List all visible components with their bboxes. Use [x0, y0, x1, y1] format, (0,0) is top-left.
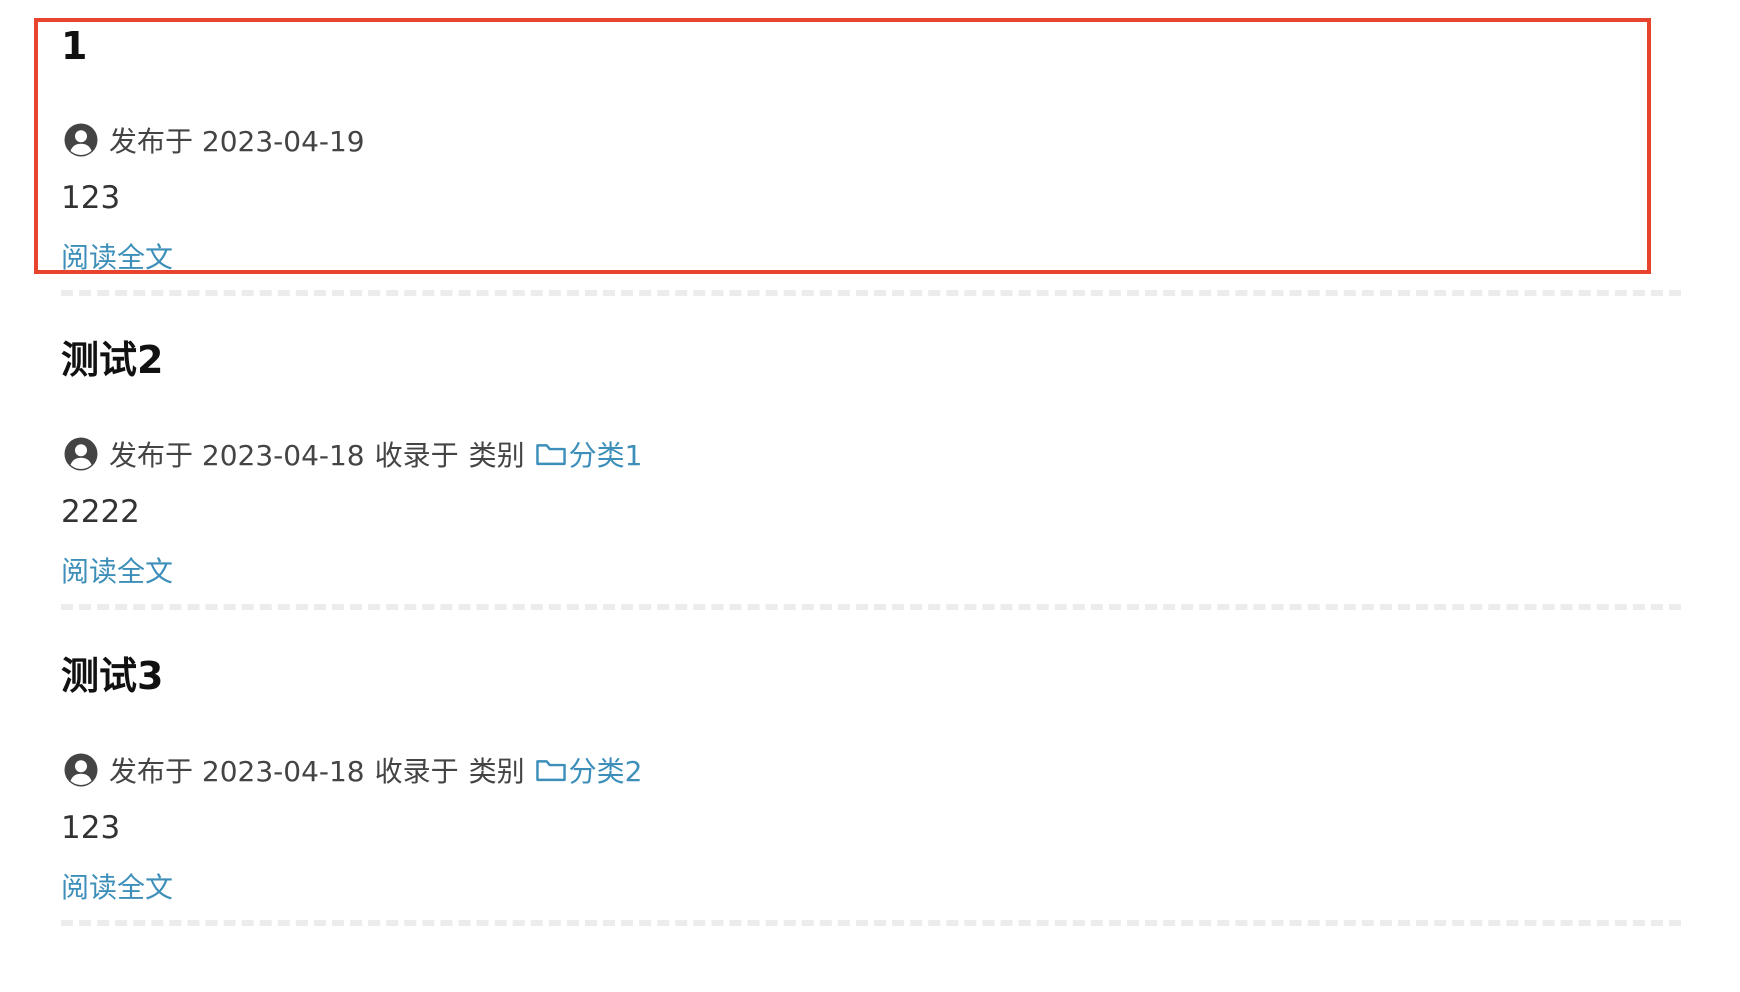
read-more-link[interactable]: 阅读全文 [61, 866, 173, 910]
post-title-link[interactable]: 测试2 [61, 338, 163, 382]
post-item: 1 发布于 2023-04-19 123 阅读全文 [61, 22, 1681, 340]
post-title[interactable]: 测试3 [61, 654, 163, 700]
collected-label: 收录于 [374, 755, 459, 788]
post-title[interactable]: 测试2 [61, 338, 163, 384]
user-circle-icon [64, 753, 98, 787]
category-label: 类别 [468, 755, 525, 788]
user-circle-icon [64, 437, 98, 471]
post-title-link[interactable]: 1 [61, 24, 87, 68]
collected-label: 收录于 [374, 439, 459, 472]
publish-date: 发布于 2023-04-19 [109, 125, 365, 158]
read-more-link[interactable]: 阅读全文 [61, 550, 173, 594]
post-excerpt: 123 [61, 810, 121, 846]
post-list: 1 发布于 2023-04-19 123 阅读全文 测试2 发布于 2023-0… [0, 0, 1740, 992]
publish-date: 发布于 2023-04-18 [109, 755, 365, 788]
user-circle-icon [64, 123, 98, 157]
category-label: 类别 [468, 439, 525, 472]
post-meta: 发布于 2023-04-18 收录于 类别 分类2 [63, 748, 642, 792]
category-name[interactable]: 分类2 [569, 750, 643, 790]
publish-date: 发布于 2023-04-18 [109, 439, 365, 472]
post-item: 测试2 发布于 2023-04-18 收录于 类别 分类1 2222 阅读全文 [61, 336, 1681, 654]
post-divider [61, 290, 1681, 296]
folder-icon [535, 760, 566, 782]
category-name[interactable]: 分类1 [569, 434, 643, 474]
post-meta: 发布于 2023-04-19 [63, 118, 375, 162]
post-title-link[interactable]: 测试3 [61, 654, 163, 698]
post-excerpt: 2222 [61, 494, 140, 530]
post-item: 测试3 发布于 2023-04-18 收录于 类别 分类2 123 阅读全文 [61, 652, 1681, 970]
post-divider [61, 920, 1681, 926]
post-meta: 发布于 2023-04-18 收录于 类别 分类1 [63, 432, 642, 476]
category-link[interactable]: 分类1 [535, 434, 643, 474]
post-title[interactable]: 1 [61, 24, 87, 70]
post-excerpt: 123 [61, 180, 121, 216]
read-more-link[interactable]: 阅读全文 [61, 236, 173, 280]
category-link[interactable]: 分类2 [535, 750, 643, 790]
post-divider [61, 604, 1681, 610]
folder-icon [535, 444, 566, 466]
